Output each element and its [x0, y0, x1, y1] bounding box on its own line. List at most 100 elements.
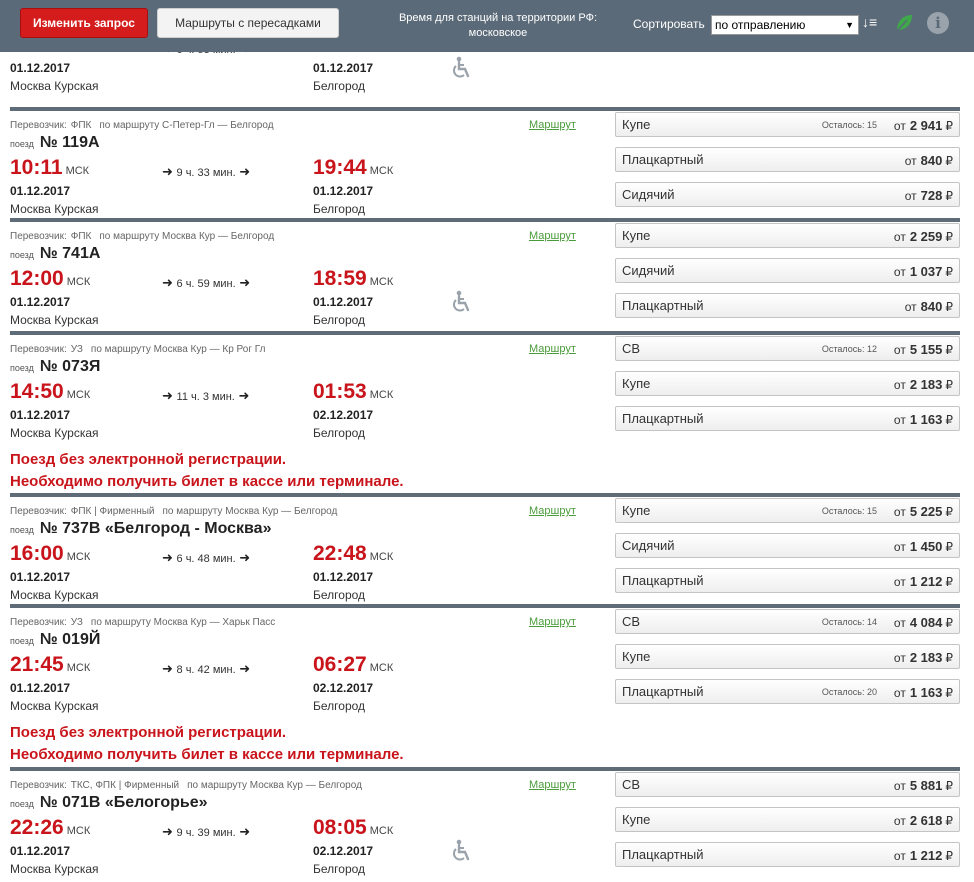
- departure-station: Москва Курская: [10, 79, 99, 93]
- currency-symbol: ₽: [945, 814, 953, 828]
- departure-date: 01.12.2017: [10, 408, 71, 422]
- leaf-icon[interactable]: [893, 12, 915, 34]
- info-icon[interactable]: i: [927, 12, 949, 34]
- train-route: по маршруту С-Петер-Гл — Белгород: [99, 120, 274, 131]
- price-prefix: от: [893, 651, 906, 665]
- train-number-value: № 073Я: [39, 358, 101, 375]
- arrow-right-icon: ➜: [234, 388, 250, 403]
- timezone-label: МСК: [369, 662, 394, 674]
- car-class-option[interactable]: СВ Осталось: 14 от 4 084 ₽: [615, 609, 960, 634]
- carrier-name: УЗ: [70, 344, 83, 355]
- timezone-label: МСК: [66, 551, 91, 563]
- departure-time-value: 10:11: [10, 156, 63, 179]
- currency-symbol: ₽: [945, 300, 953, 314]
- departure-time-value: 14:50: [10, 380, 64, 403]
- route-link[interactable]: Маршрут: [529, 343, 576, 355]
- price-value: 2 183: [909, 377, 943, 392]
- seats-left: Осталось: 20: [821, 687, 877, 697]
- car-price: от 1 163 ₽: [894, 685, 953, 700]
- route-link[interactable]: Маршрут: [529, 779, 576, 791]
- train-block: Перевозчик: ТКС, ФПК | Фирменный по маршру…: [0, 771, 974, 881]
- car-type: СВ: [622, 777, 641, 792]
- currency-symbol: ₽: [945, 779, 953, 793]
- car-type: Сидячий: [622, 538, 675, 553]
- transfer-routes-button[interactable]: Маршруты с пересадками: [157, 8, 339, 38]
- currency-symbol: ₽: [945, 119, 953, 133]
- price-prefix: от: [893, 779, 906, 793]
- carrier-name: УЗ: [70, 617, 83, 628]
- car-class-option[interactable]: Купе от 2 183 ₽: [615, 644, 960, 669]
- car-class-option[interactable]: Купе от 2 183 ₽: [615, 371, 960, 396]
- car-class-option[interactable]: Плацкартный от 1 163 ₽: [615, 406, 960, 431]
- route-link[interactable]: Маршрут: [529, 230, 576, 242]
- train-number: поезд № 119А: [10, 134, 100, 152]
- sort-select[interactable]: по отправлению ▼: [711, 15, 859, 35]
- route-link[interactable]: Маршрут: [529, 505, 576, 517]
- arrival-date: 01.12.2017: [313, 61, 374, 75]
- no-e-registration-warning: Поезд без электронной регистрации.: [10, 451, 287, 468]
- departure-time: 16:00 МСК: [10, 542, 90, 566]
- timezone-label: МСК: [66, 825, 91, 837]
- car-type: Плацкартный: [622, 573, 704, 588]
- currency-symbol: ₽: [945, 505, 953, 519]
- currency-symbol: ₽: [945, 343, 953, 357]
- car-class-option[interactable]: Сидячий от 1 450 ₽: [615, 533, 960, 558]
- travel-duration: ➜ 11 ч. 3 мин. ➜: [162, 388, 249, 404]
- train-separator: [10, 331, 960, 335]
- currency-symbol: ₽: [945, 378, 953, 392]
- car-class-option[interactable]: Купе Осталось: 15 от 2 941 ₽: [615, 112, 960, 137]
- departure-station: Москва Курская: [10, 426, 99, 440]
- travel-duration-value: 11 ч. 3 мин.: [176, 391, 235, 403]
- car-price: от1 037₽: [894, 264, 953, 279]
- car-price: от 5 155 ₽: [894, 342, 953, 357]
- car-class-option[interactable]: СВ Осталось: 12 от 5 155 ₽: [615, 336, 960, 361]
- price-value: 2 941: [909, 118, 943, 133]
- timezone-label: МСК: [369, 551, 394, 563]
- train-separator: [10, 218, 960, 222]
- car-type: Сидячий: [622, 187, 675, 202]
- travel-duration: ➜ 9 ч. 39 мин. ➜: [162, 824, 250, 840]
- currency-symbol: ₽: [945, 265, 953, 279]
- wheelchair-icon: [453, 839, 470, 861]
- car-class-option[interactable]: Купе от 2 259 ₽: [615, 223, 960, 248]
- car-class-option[interactable]: Плацкартный от 840 ₽: [615, 293, 960, 318]
- car-class-option[interactable]: Плацкартный Осталось: 20 от 1 163 ₽: [615, 679, 960, 704]
- carrier-info: Перевозчик: УЗ по маршруту Москва Кур — Кр…: [10, 344, 265, 355]
- departure-time-value: 22:26: [10, 816, 64, 839]
- travel-duration-value: 8 ч. 42 мин.: [176, 664, 236, 676]
- route-link[interactable]: Маршрут: [529, 616, 576, 628]
- timezone-note: Время для станций на территории РФ: моск…: [380, 11, 616, 41]
- price-value: 1 212: [909, 848, 943, 863]
- arrival-time-value: 19:44: [313, 156, 367, 179]
- train-block: Перевозчик: УЗ по маршруту Москва Кур — Кр…: [0, 335, 974, 490]
- price-prefix: от: [904, 154, 917, 168]
- car-class-option[interactable]: Плацкартный от 1 212 ₽: [615, 568, 960, 593]
- travel-duration: ➜ 6 ч. 59 мин. ➜: [162, 275, 250, 291]
- car-class-option[interactable]: Плацкартный от 840 ₽: [615, 147, 960, 172]
- arrow-right-icon: ➜: [162, 164, 177, 179]
- car-class-option[interactable]: СВ от 5 881 ₽: [615, 772, 960, 797]
- arrival-station: Белгород: [313, 313, 366, 327]
- change-request-button[interactable]: Изменить запрос: [20, 8, 148, 38]
- car-class-option[interactable]: Плацкартный от 1 212 ₽: [615, 842, 960, 867]
- arrival-time: 08:05 МСК: [313, 816, 393, 840]
- car-class-option[interactable]: Сидячий от 728 ₽: [615, 182, 960, 207]
- departure-time-value: 12:00: [10, 267, 64, 290]
- arrow-right-icon: ➜: [162, 661, 177, 676]
- timezone-label: МСК: [369, 825, 394, 837]
- sort-direction-icon[interactable]: ↓≡: [862, 14, 877, 30]
- car-class-option[interactable]: Купе Осталось: 15 от 5 225 ₽: [615, 498, 960, 523]
- car-type: Купе: [622, 117, 651, 132]
- train-number-prefix: поезд: [10, 525, 34, 535]
- car-class-option[interactable]: Сидячий от1 037₽: [615, 258, 960, 283]
- car-class-option[interactable]: Купе от 2 618 ₽: [615, 807, 960, 832]
- car-price: от 1 212 ₽: [894, 574, 953, 589]
- arrival-date: 01.12.2017: [313, 295, 374, 309]
- currency-symbol: ₽: [945, 849, 953, 863]
- timezone-label: МСК: [369, 389, 394, 401]
- route-link[interactable]: Маршрут: [529, 119, 576, 131]
- train-number: поезд № 741А: [10, 245, 100, 263]
- price-prefix: от: [904, 300, 917, 314]
- carrier-info: Перевозчик: ФПК по маршруту Москва Кур — Б…: [10, 231, 274, 242]
- car-price: от 2 618 ₽: [894, 813, 953, 828]
